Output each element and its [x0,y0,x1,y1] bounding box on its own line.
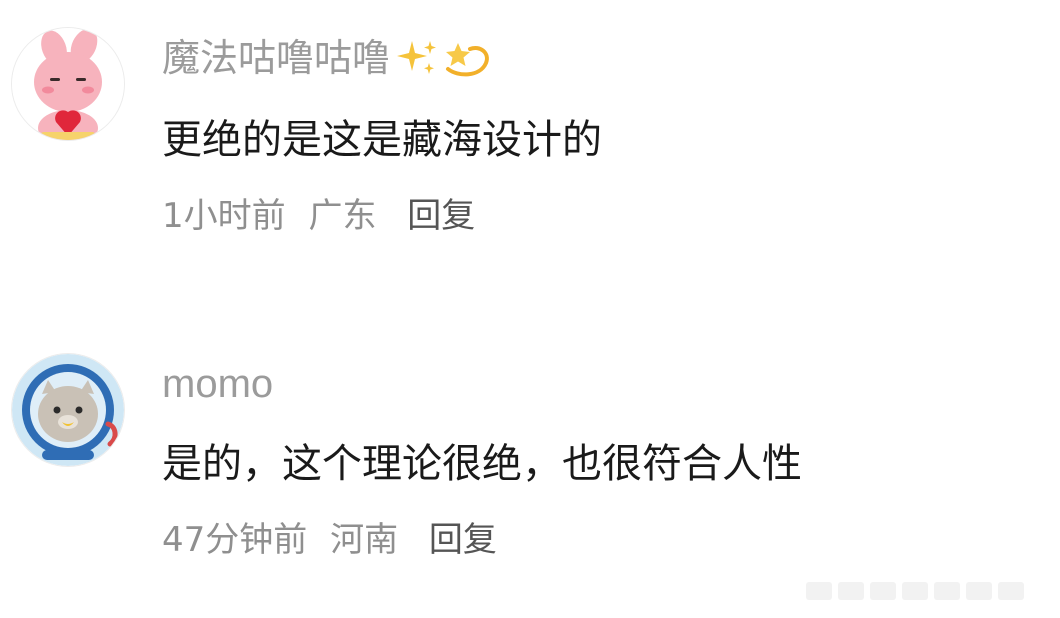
reply-button[interactable]: 回复 [429,520,497,560]
avatar[interactable] [12,354,124,466]
comment-time: 47分钟前 [162,520,308,560]
astronaut-seal-avatar-icon [12,354,124,466]
comment-item: 魔法咕噜咕噜 更绝的是这是藏海设计的 1小时前 广东 回复 [0,0,1060,300]
dizzy-star-icon [444,37,490,79]
comment-meta: 1小时前 广东 回复 [162,196,475,236]
username-text: 魔法咕噜咕噜 [162,36,391,80]
comment-text: 更绝的是这是藏海设计的 [162,117,602,163]
sparkles-icon [394,37,440,79]
comment-meta: 47分钟前 河南 回复 [162,520,497,560]
avatar[interactable] [12,28,124,140]
watermark-logo [806,576,1046,606]
comment-item: momo 是的，这个理论很绝，也很符合人性 47分钟前 河南 回复 [0,322,1060,582]
reply-button[interactable]: 回复 [407,196,475,236]
comment-location: 广东 [308,196,377,236]
username[interactable]: 魔法咕噜咕噜 [162,36,490,80]
pink-bunny-avatar-icon [12,28,124,140]
comment-location: 河南 [330,520,399,560]
comment-time: 1小时前 [162,196,286,236]
username-text: momo [162,362,274,406]
comment-text: 是的，这个理论很绝，也很符合人性 [162,441,802,487]
username[interactable]: momo [162,362,273,406]
